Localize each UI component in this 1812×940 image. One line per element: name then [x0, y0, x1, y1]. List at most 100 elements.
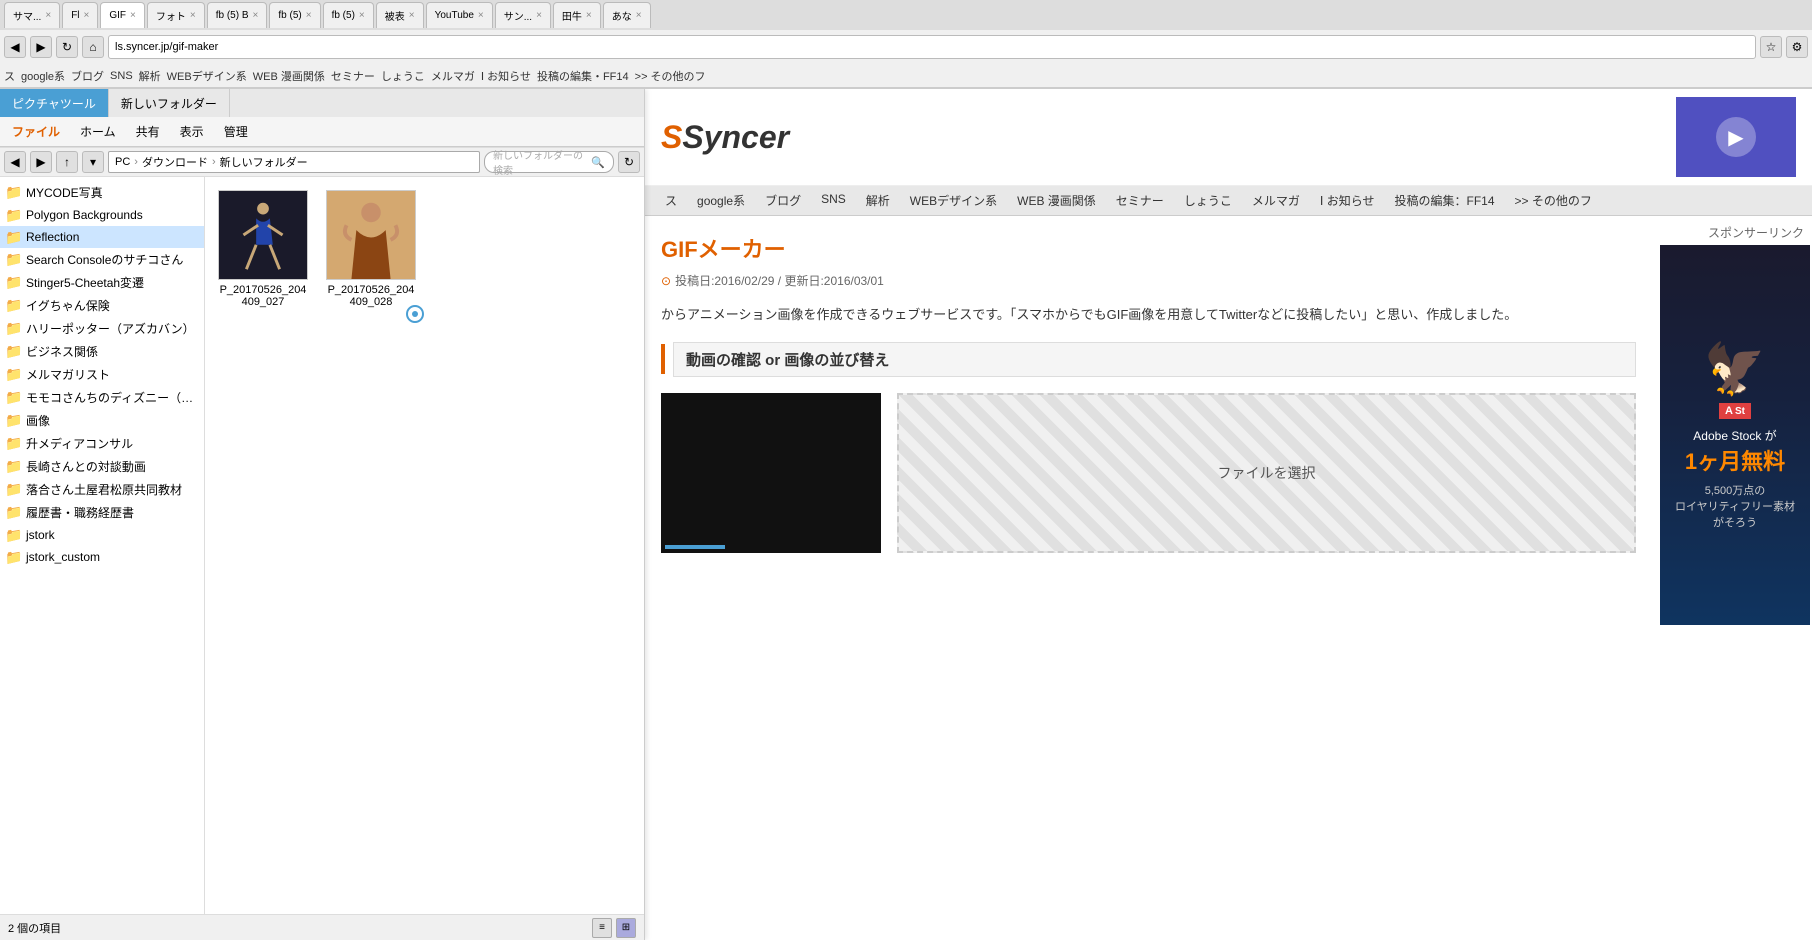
tab-youtube[interactable]: YouTube × [426, 2, 493, 28]
page-nav-seminar[interactable]: セミナー [1112, 190, 1168, 211]
tab-close-taden[interactable]: × [586, 10, 592, 21]
explorer-tab-new-folder[interactable]: 新しいフォルダー [109, 89, 230, 117]
sidebar-item-nagasaki[interactable]: 📁 長崎さんとの対談動画 [0, 455, 204, 478]
sidebar-item-business[interactable]: 📁 ビジネス関係 [0, 340, 204, 363]
tab-close-fb2[interactable]: × [306, 10, 312, 21]
tab-fb3[interactable]: fb (5) × [323, 2, 374, 28]
tab-gif[interactable]: GIF × [100, 2, 145, 28]
path-sep2: › [212, 156, 216, 168]
sidebar-item-search-console[interactable]: 📁 Search Consoleのサチコさん [0, 248, 204, 271]
ad-desc3: がそろう [1675, 514, 1795, 530]
tab-fb2[interactable]: fb (5) × [269, 2, 320, 28]
sidebar-item-masumedia[interactable]: 📁 升メディアコンサル [0, 432, 204, 455]
sidebar-label-momoko: モモコさんちのディズニー（親子でデ [26, 389, 198, 406]
bookmark-other[interactable]: >> その他のフ [635, 68, 706, 84]
menu-share[interactable]: 共有 [132, 121, 164, 142]
menu-view[interactable]: 表示 [176, 121, 208, 142]
bookmark-notice[interactable]: Ⅰ お知らせ [481, 68, 531, 84]
tab-taden[interactable]: 田牛 × [553, 2, 601, 28]
grid-view-icon[interactable]: ⊞ [616, 918, 636, 938]
sidebar-item-gazou[interactable]: 📁 画像 [0, 409, 204, 432]
refresh-button[interactable]: ↻ [56, 36, 78, 58]
tab-close-yt[interactable]: × [478, 10, 484, 21]
tab-close-photo[interactable]: × [190, 10, 196, 21]
page-nav-shoko[interactable]: しょうこ [1180, 190, 1236, 211]
sidebar-item-resume[interactable]: 📁 履歴書・職務経歴書 [0, 501, 204, 524]
tab-close-fb3[interactable]: × [359, 10, 365, 21]
page-nav-merumaga[interactable]: メルマガ [1248, 190, 1304, 211]
page-nav-blog[interactable]: ブログ [761, 190, 805, 211]
tab-san[interactable]: サン... × [495, 2, 551, 28]
sidebar-item-reflection[interactable]: 📁 Reflection [0, 226, 204, 248]
video-thumbnail[interactable]: ▶ [1676, 97, 1796, 177]
page-nav-analytics[interactable]: 解析 [862, 190, 894, 211]
explorer-refresh[interactable]: ↻ [618, 151, 640, 173]
settings-button[interactable]: ⚙ [1786, 36, 1808, 58]
menu-file[interactable]: ファイル [8, 121, 64, 142]
bookmark-manga[interactable]: WEB 漫画関係 [253, 68, 325, 84]
explorer-up[interactable]: ↑ [56, 151, 78, 173]
explorer-recent[interactable]: ▾ [82, 151, 104, 173]
tab-close-hyou[interactable]: × [409, 10, 415, 21]
tab-samar[interactable]: サマ... × [4, 2, 60, 28]
tab-hyou[interactable]: 被表 × [376, 2, 424, 28]
sidebar-item-stinger[interactable]: 📁 Stinger5-Cheetah変遷 [0, 271, 204, 294]
sidebar-item-jstork-custom[interactable]: 📁 jstork_custom [0, 546, 204, 568]
tab-close-ana[interactable]: × [636, 10, 642, 21]
sidebar-item-mycode[interactable]: 📁 MYCODE写真 [0, 181, 204, 204]
bookmark-webdesign[interactable]: WEBデザイン系 [167, 68, 247, 84]
bookmark-analytics[interactable]: 解析 [139, 68, 161, 84]
sidebar-item-harry[interactable]: 📁 ハリーポッター（アズカバン） [0, 317, 204, 340]
page-nav-other[interactable]: >> その他のフ [1511, 190, 1596, 211]
upload-drop-zone[interactable]: ファイルを選択 [897, 393, 1636, 553]
tab-close-gif[interactable]: × [130, 10, 136, 21]
file-item-2[interactable]: P_20170526_204409_028 [321, 185, 421, 313]
page-nav-ff14[interactable]: 投稿の編集：FF14 [1390, 190, 1498, 211]
sidebar-item-polygon[interactable]: 📁 Polygon Backgrounds [0, 204, 204, 226]
bookmark-sns[interactable]: SNS [110, 70, 133, 82]
tab-close-fb1[interactable]: × [253, 10, 259, 21]
explorer-search[interactable]: 新しいフォルダーの検索 🔍 [484, 151, 614, 173]
explorer-forward[interactable]: ▶ [30, 151, 52, 173]
page-nav-google[interactable]: google系 [693, 190, 749, 211]
tab-fb1[interactable]: fb (5) B × [207, 2, 268, 28]
page-nav-webdesign[interactable]: WEBデザイン系 [906, 190, 1001, 211]
tab-close-fl[interactable]: × [84, 10, 90, 21]
sidebar-item-merumaga[interactable]: 📁 メルマガリスト [0, 363, 204, 386]
forward-button[interactable]: ▶ [30, 36, 52, 58]
sidebar-item-momoko[interactable]: 📁 モモコさんちのディズニー（親子でデ [0, 386, 204, 409]
post-meta: ⊙ 投稿日:2016/02/29 / 更新日:2016/03/01 [661, 272, 1636, 289]
tab-close-san[interactable]: × [536, 10, 542, 21]
bookmark-ff14[interactable]: 投稿の編集・FF14 [537, 68, 629, 84]
address-input[interactable]: ls.syncer.jp/gif-maker [108, 35, 1756, 59]
home-button[interactable]: ⌂ [82, 36, 104, 58]
tab-close[interactable]: × [45, 10, 51, 21]
back-button[interactable]: ◀ [4, 36, 26, 58]
bookmark-google[interactable]: google系 [21, 68, 65, 84]
sidebar-item-ochiai[interactable]: 📁 落合さん土屋君松原共同教材 [0, 478, 204, 501]
tab-fl[interactable]: Fl × [62, 2, 98, 28]
bookmark-button[interactable]: ☆ [1760, 36, 1782, 58]
sidebar-item-jstork[interactable]: 📁 jstork [0, 524, 204, 546]
bookmark-merumaga[interactable]: メルマガ [431, 68, 475, 84]
page-nav-su[interactable]: ス [661, 190, 681, 211]
menu-home[interactable]: ホーム [76, 121, 120, 142]
ad-content: 🦅 A St Adobe Stock が 1ヶ月無料 5,500万点の ロイヤリ… [1675, 340, 1795, 530]
bookmark-shoko[interactable]: しょうこ [381, 68, 425, 84]
page-nav-sns[interactable]: SNS [817, 190, 850, 211]
bookmark-su[interactable]: ス [4, 68, 15, 84]
page-nav-notice[interactable]: Ⅰ お知らせ [1316, 190, 1379, 211]
explorer-path[interactable]: PC › ダウンロード › 新しいフォルダー [108, 151, 480, 173]
tab-photo[interactable]: フォト × [147, 2, 205, 28]
sidebar-item-igu[interactable]: 📁 イグちゃん保険 [0, 294, 204, 317]
explorer-tab-picture-tool[interactable]: ピクチャツール [0, 89, 109, 117]
file-item-1[interactable]: P_20170526_204409_027 [213, 185, 313, 313]
bookmark-blog[interactable]: ブログ [71, 68, 104, 84]
list-view-icon[interactable]: ≡ [592, 918, 612, 938]
explorer-back[interactable]: ◀ [4, 151, 26, 173]
page-nav-manga[interactable]: WEB 漫画関係 [1013, 190, 1100, 211]
tab-ana[interactable]: あな × [603, 2, 651, 28]
webpage: SSyncer ▶ ス google系 ブログ SNS 解析 WEBデザイン系 … [645, 89, 1812, 940]
bookmark-seminar[interactable]: セミナー [331, 68, 375, 84]
menu-manage[interactable]: 管理 [220, 121, 252, 142]
